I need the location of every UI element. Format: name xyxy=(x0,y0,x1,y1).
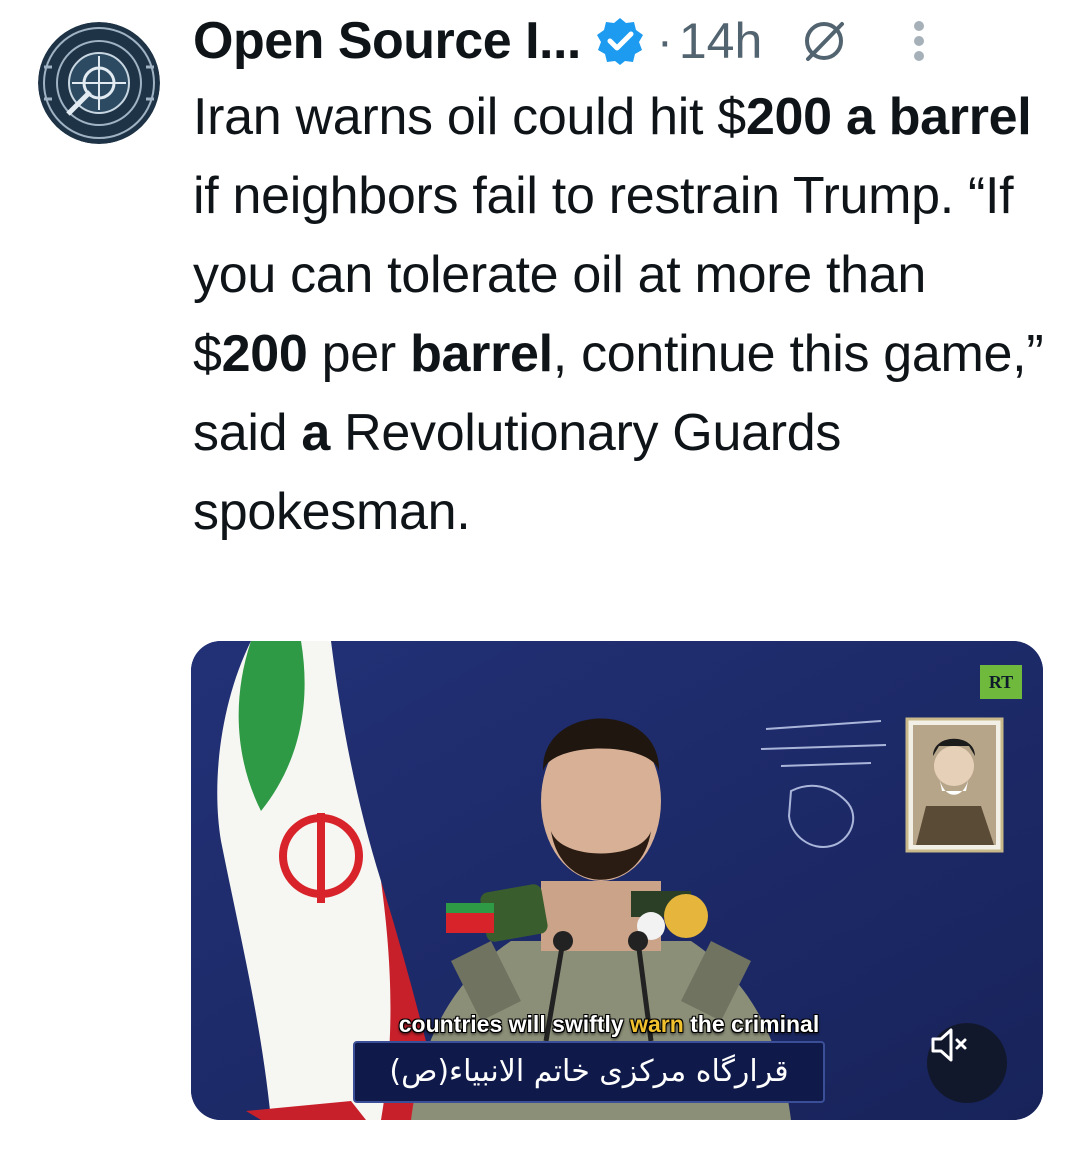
video-player[interactable]: RT countries will swiftly warn the crimi… xyxy=(191,641,1043,1120)
more-icon[interactable] xyxy=(912,19,926,63)
author-name[interactable]: Open Source I... xyxy=(193,11,581,71)
author-avatar[interactable] xyxy=(38,22,160,144)
grok-icon[interactable] xyxy=(802,19,846,63)
video-subtitle: countries will swiftly warn the criminal xyxy=(398,1011,820,1037)
separator-dot: · xyxy=(656,14,673,68)
mute-button[interactable] xyxy=(927,1023,1007,1103)
timestamp[interactable]: 14h xyxy=(679,12,762,70)
channel-logo: RT xyxy=(980,665,1022,699)
tweet-text: Iran warns oil could hit $200 a barrel i… xyxy=(193,88,1044,541)
verified-badge-icon xyxy=(595,16,645,66)
video-lower-third: قرارگاه مرکزی خاتم الانبیاء(ص) xyxy=(353,1041,825,1103)
tweet-header: Open Source I... · 14h xyxy=(193,8,1053,74)
